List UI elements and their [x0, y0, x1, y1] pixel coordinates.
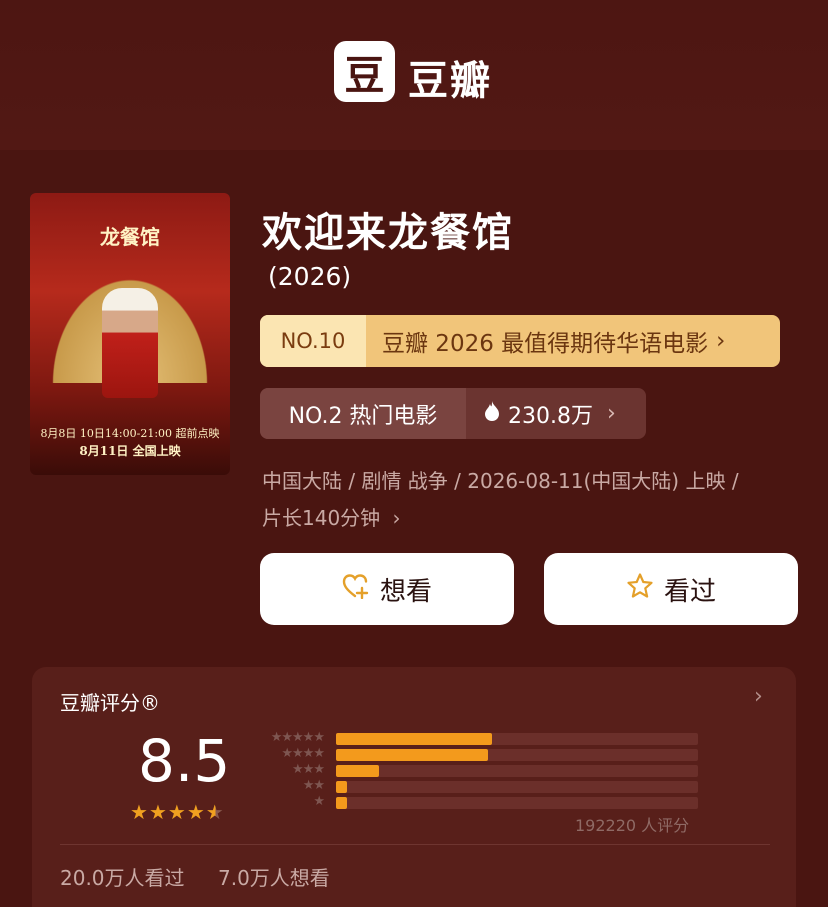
chevron-right-icon[interactable]: ›	[754, 684, 763, 709]
divider	[60, 844, 770, 845]
app-name: 豆瓣	[408, 58, 492, 104]
rating-row-stars-icon: ★★★★	[281, 746, 325, 761]
star-outline-icon	[626, 572, 654, 607]
poster-title: 龙餐馆	[100, 225, 160, 249]
want-count: 7.0万人想看	[218, 866, 330, 890]
rating-score: 8.5	[138, 727, 231, 795]
star-half-icon: ★	[205, 800, 225, 824]
rating-row-stars-icon: ★★	[302, 778, 325, 793]
heat-value: 230.8万 ›	[466, 388, 646, 439]
watched-label: 看过	[663, 576, 716, 607]
heat-number: 230.8万	[508, 403, 593, 429]
ranking-label-text: 豆瓣 2026 最值得期待华语电影	[382, 331, 709, 357]
seen-count: 20.0万人看过	[60, 866, 185, 890]
chevron-right-icon: ›	[606, 401, 616, 426]
chevron-right-icon: ›	[716, 328, 726, 354]
poster-date-line: 8月8日 10日14:00-21:00 超前点映	[40, 427, 220, 440]
movie-title: 欢迎来龙餐馆	[262, 210, 514, 256]
heart-plus-icon	[342, 573, 370, 606]
rating-row-stars-icon: ★★★★★	[270, 730, 325, 745]
movie-meta: 中国大陆 / 剧情 战争 / 2026-08-11(中国大陆) 上映 / 片长1…	[262, 463, 802, 537]
rating-row-1-star: ★	[250, 794, 700, 810]
rating-bar-fill	[336, 781, 347, 793]
star-icon: ★	[167, 800, 187, 824]
meta-duration: 片长140分钟	[262, 506, 381, 530]
poster-release-line: 8月11日 全国上映	[79, 444, 181, 458]
ranking-number: NO.10	[260, 315, 366, 367]
rating-stars: ★★★★★	[130, 800, 225, 824]
douban-logo-icon: 豆	[334, 41, 395, 102]
watched-button[interactable]: 看过	[544, 553, 798, 625]
fire-icon	[484, 400, 500, 427]
rating-bar-fill	[336, 733, 492, 745]
rating-row-2-star: ★★	[250, 778, 700, 794]
rating-row-stars-icon: ★★★	[292, 762, 325, 777]
rating-row-4-star: ★★★★	[250, 746, 700, 762]
meta-line-2[interactable]: 片长140分钟 ›	[262, 500, 802, 537]
want-to-watch-button[interactable]: 想看	[260, 553, 514, 625]
rating-row-3-star: ★★★	[250, 762, 700, 778]
rating-header: 豆瓣评分®	[60, 691, 160, 715]
rating-bar-fill	[336, 797, 347, 809]
poster-chef-figure	[102, 288, 158, 398]
chevron-right-icon: ›	[392, 506, 401, 530]
star-icon: ★	[186, 800, 206, 824]
meta-line-1: 中国大陆 / 剧情 战争 / 2026-08-11(中国大陆) 上映 /	[262, 469, 739, 493]
rating-count: 192220 人评分	[575, 816, 690, 835]
rating-bar-track	[336, 765, 698, 777]
ranking-banner[interactable]: NO.10 豆瓣 2026 最值得期待华语电影 ›	[260, 315, 780, 367]
hot-ranking-number: NO.2 热门电影	[260, 388, 466, 439]
rating-bar-track	[336, 797, 698, 809]
movie-poster[interactable]: 龙餐馆 8月8日 10日14:00-21:00 超前点映 8月11日 全国上映	[30, 193, 230, 475]
rating-bar-track	[336, 781, 698, 793]
rating-bar-fill	[336, 749, 488, 761]
rating-row-stars-icon: ★	[313, 794, 325, 809]
movie-year: (2026)	[268, 262, 352, 291]
star-icon: ★	[130, 800, 149, 824]
want-to-watch-label: 想看	[379, 576, 432, 607]
rating-row-5-star: ★★★★★	[250, 730, 700, 746]
ranking-label: 豆瓣 2026 最值得期待华语电影 ›	[366, 315, 780, 367]
rating-bar-fill	[336, 765, 379, 777]
rating-bar-track	[336, 733, 698, 745]
hot-ranking[interactable]: NO.2 热门电影 230.8万 ›	[260, 388, 646, 439]
rating-bar-track	[336, 749, 698, 761]
star-icon: ★	[148, 800, 168, 824]
